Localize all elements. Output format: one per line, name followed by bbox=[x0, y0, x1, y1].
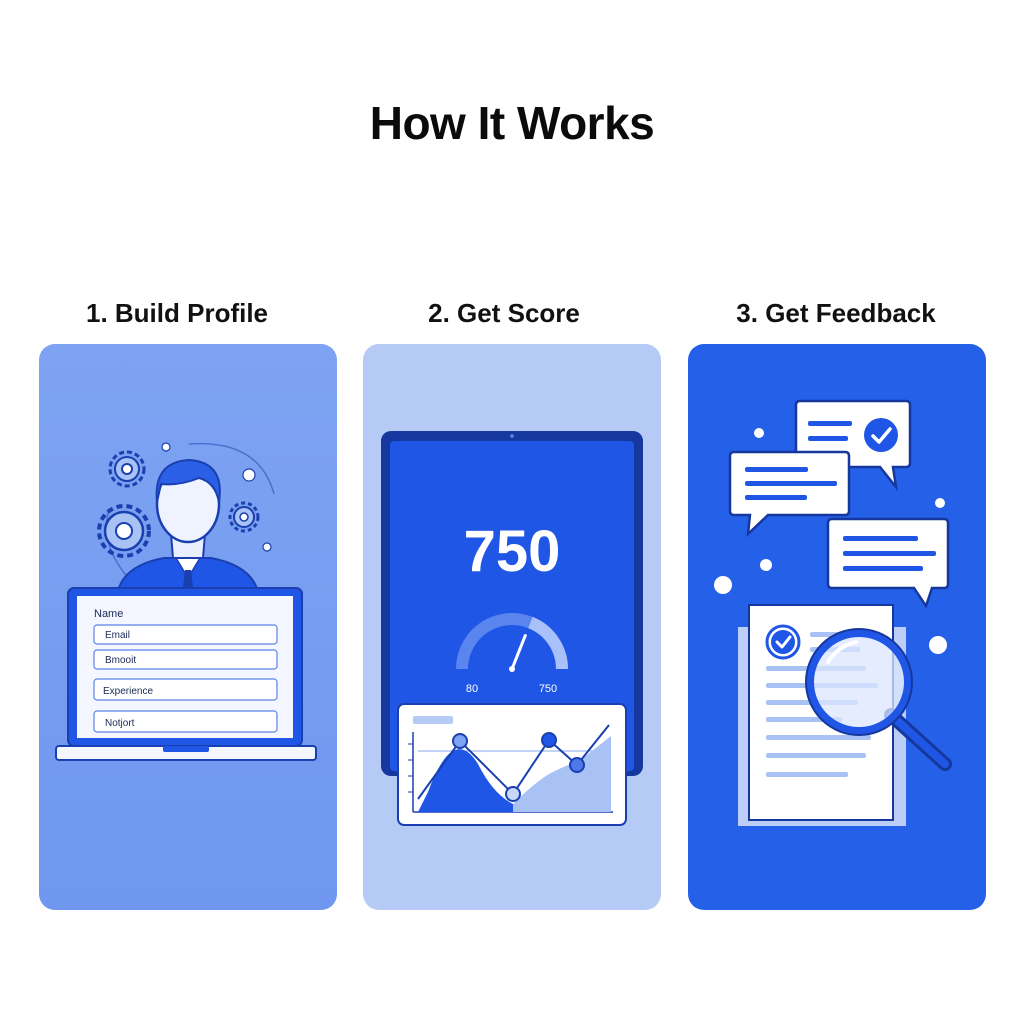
line-chart-icon bbox=[397, 703, 627, 826]
get-score-illustration: 750 80 750 bbox=[381, 431, 643, 826]
form-header: Name bbox=[94, 608, 123, 620]
gear-icon bbox=[97, 504, 151, 558]
experience-field-label: Experience bbox=[103, 686, 153, 697]
get-feedback-illustration bbox=[714, 399, 952, 826]
build-profile-card: Name Email Bmooit Experience Notjort bbox=[39, 344, 337, 910]
gauge-min-label: 80 bbox=[466, 683, 478, 695]
bmooit-field-label: Bmooit bbox=[105, 655, 136, 666]
email-field-label: Email bbox=[105, 630, 130, 641]
check-icon bbox=[864, 418, 898, 452]
speech-bubble-icon bbox=[826, 517, 950, 609]
get-feedback-card bbox=[688, 344, 986, 910]
notjort-field-label: Notjort bbox=[105, 718, 135, 729]
step-1-title: 1. Build Profile bbox=[85, 298, 269, 328]
get-score-card: 750 80 750 bbox=[363, 344, 661, 910]
build-profile-illustration: Name Email Bmooit Experience Notjort bbox=[55, 442, 317, 761]
gear-icon bbox=[228, 501, 260, 533]
score-value: 750 bbox=[464, 519, 561, 584]
step-2-title: 2. Get Score bbox=[428, 298, 580, 328]
page-title: How It Works bbox=[369, 97, 655, 149]
step-3-title: 3. Get Feedback bbox=[736, 298, 936, 328]
gear-icon bbox=[108, 450, 146, 488]
gauge-max-label: 750 bbox=[539, 683, 557, 695]
check-icon bbox=[765, 624, 801, 660]
